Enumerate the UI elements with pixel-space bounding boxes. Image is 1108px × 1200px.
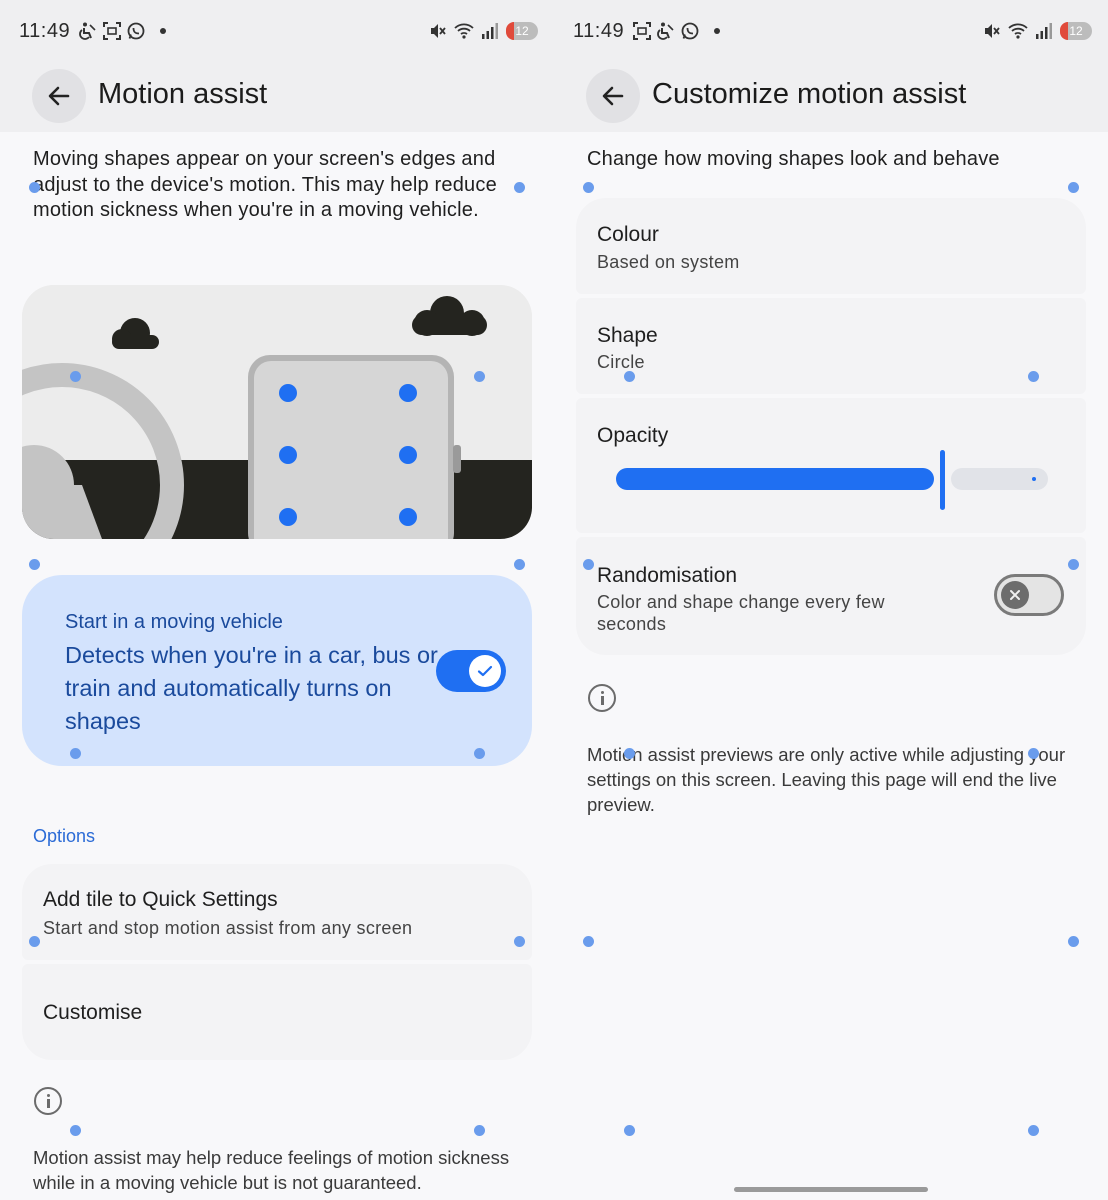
customize-motion-assist-screen: 11:49 12 Customize motion assist Change …: [554, 0, 1108, 1200]
battery-icon: 12: [506, 22, 538, 40]
opacity-slider-stop-indicator: [1032, 477, 1036, 481]
arrow-back-icon: [48, 86, 70, 106]
info-icon: [34, 1087, 62, 1115]
opacity-slider-handle[interactable]: [940, 450, 945, 510]
randomisation-title: Randomisation: [597, 564, 738, 587]
preview-dot: [29, 559, 40, 570]
add-tile-subtitle: Start and stop motion assist from any sc…: [43, 918, 413, 938]
start-in-vehicle-title: Start in a moving vehicle: [65, 611, 283, 633]
customise-item[interactable]: Customise: [22, 964, 532, 1060]
randomisation-subtitle: Color and shape change every few seconds: [597, 592, 885, 634]
mute-icon: [431, 24, 446, 38]
preview-dot: [583, 559, 594, 570]
shape-title: Shape: [597, 324, 658, 347]
add-tile-title: Add tile to Quick Settings: [43, 888, 278, 911]
preview-dot: [474, 748, 485, 759]
colour-item[interactable]: Colour Based on system: [576, 198, 1086, 294]
preview-dot: [70, 1125, 81, 1136]
opacity-slider[interactable]: [616, 450, 1048, 510]
arrow-back-icon: [602, 86, 624, 106]
preview-dot: [1068, 182, 1079, 193]
app-bar: Customize motion assist: [554, 62, 1108, 132]
gesture-navigation-bar[interactable]: [734, 1187, 928, 1192]
whatsapp-icon: [127, 22, 145, 40]
page-title: Motion assist: [98, 78, 268, 110]
preview-dot: [624, 1125, 635, 1136]
notification-dot-icon: [160, 28, 166, 34]
disclaimer-text: Motion assist may help reduce feelings o…: [33, 1147, 510, 1193]
start-in-vehicle-card[interactable]: Start in a moving vehicle Detects when y…: [22, 575, 532, 766]
colour-title: Colour: [597, 223, 659, 246]
battery-icon: 12: [1060, 22, 1092, 40]
preview-dot: [70, 748, 81, 759]
start-in-vehicle-description: Detects when you're in a car, bus or tra…: [65, 642, 438, 734]
preview-dot: [624, 371, 635, 382]
add-tile-quick-settings-item[interactable]: Add tile to Quick Settings Start and sto…: [22, 864, 532, 960]
opacity-slider-active-track: [616, 468, 934, 490]
preview-dot: [29, 182, 40, 193]
preview-dot: [474, 1125, 485, 1136]
preview-dot: [1028, 1125, 1039, 1136]
customise-title: Customise: [43, 1001, 143, 1024]
preview-info-text: Motion assist previews are only active w…: [587, 744, 1066, 815]
back-button[interactable]: [586, 69, 640, 123]
preview-dot: [1028, 748, 1039, 759]
shape-item[interactable]: Shape Circle: [576, 298, 1086, 394]
page-title: Customize motion assist: [652, 78, 967, 110]
accessibility-icon: [657, 22, 674, 40]
page-description: Change how moving shapes look and behave: [587, 148, 1000, 170]
signal-icon: [1036, 23, 1052, 39]
preview-dot: [1068, 936, 1079, 947]
shape-value: Circle: [597, 352, 645, 372]
options-section-label: Options: [33, 826, 96, 846]
back-button[interactable]: [32, 69, 86, 123]
status-bar: 11:49 12: [0, 0, 554, 62]
opacity-title: Opacity: [597, 424, 669, 447]
preview-dot: [583, 936, 594, 947]
preview-dot: [514, 559, 525, 570]
start-in-vehicle-toggle[interactable]: [436, 650, 506, 692]
preview-dot: [1068, 559, 1079, 570]
close-icon: [1001, 581, 1029, 609]
opacity-item: Opacity: [576, 398, 1086, 533]
motion-assist-illustration: [22, 285, 532, 539]
colour-value: Based on system: [597, 252, 740, 272]
randomisation-toggle[interactable]: [994, 574, 1064, 616]
notification-dot-icon: [714, 28, 720, 34]
preview-dot: [514, 182, 525, 193]
app-bar: Motion assist: [0, 62, 554, 132]
info-icon: [588, 684, 616, 712]
preview-dot: [29, 936, 40, 947]
screenshot-icon: [103, 22, 121, 40]
preview-dot: [1028, 371, 1039, 382]
whatsapp-icon: [681, 22, 699, 40]
screenshot-icon: [633, 22, 651, 40]
mute-icon: [985, 24, 1000, 38]
motion-assist-screen: 11:49 12 Motion assist Moving shapes app…: [0, 0, 554, 1200]
status-time: 11:49: [573, 20, 625, 42]
page-description: Moving shapes appear on your screen's ed…: [33, 148, 497, 221]
preview-dot: [474, 371, 485, 382]
preview-dot: [583, 182, 594, 193]
check-icon: [469, 655, 501, 687]
status-bar: 11:49 12: [554, 0, 1108, 62]
randomisation-item[interactable]: Randomisation Color and shape change eve…: [576, 537, 1086, 655]
preview-dot: [514, 936, 525, 947]
preview-dot: [70, 371, 81, 382]
preview-dot: [624, 748, 635, 759]
wifi-icon: [1008, 23, 1028, 39]
status-time: 11:49: [19, 20, 71, 42]
wifi-icon: [454, 23, 474, 39]
signal-icon: [482, 23, 498, 39]
accessibility-icon: [79, 22, 96, 40]
